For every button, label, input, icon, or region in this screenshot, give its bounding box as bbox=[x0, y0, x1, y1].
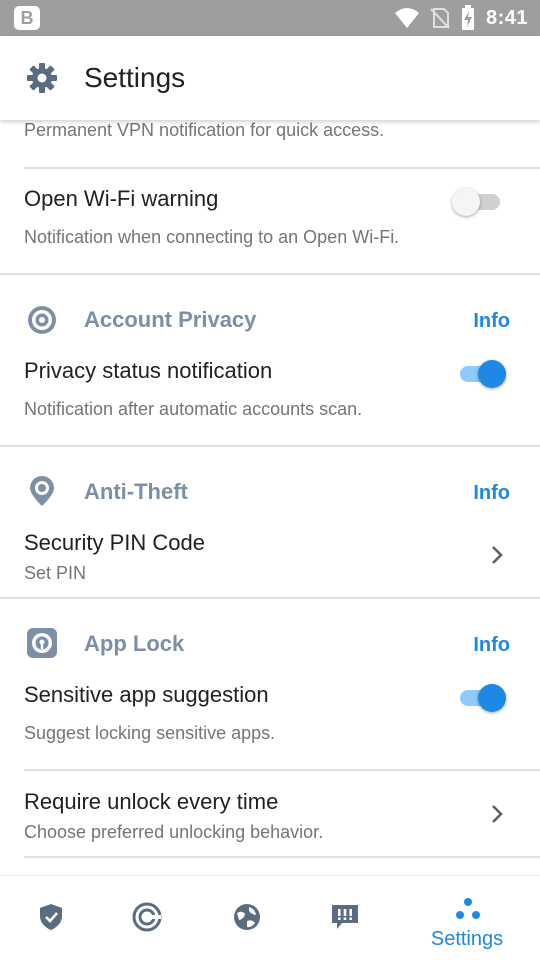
no-sim-icon bbox=[430, 8, 450, 29]
open-wifi-warning-toggle[interactable] bbox=[452, 186, 512, 218]
chevron-right-icon bbox=[492, 805, 503, 823]
chat-alert-icon bbox=[332, 905, 358, 929]
status-time: 8:41 bbox=[485, 6, 528, 29]
require-unlock-title: Require unlock every time bbox=[24, 789, 279, 814]
divider bbox=[24, 167, 540, 169]
page-title: Settings bbox=[84, 62, 186, 93]
location-pin-icon bbox=[30, 476, 54, 506]
section-divider bbox=[0, 273, 540, 275]
account-privacy-title: Account Privacy bbox=[84, 307, 257, 332]
settings-list[interactable]: Permanent VPN notification for quick acc… bbox=[0, 120, 540, 875]
privacy-icon bbox=[132, 902, 162, 932]
nav-notifications[interactable] bbox=[296, 876, 396, 960]
privacy-status-toggle[interactable] bbox=[452, 358, 512, 390]
battery-charging-icon bbox=[461, 5, 474, 30]
anti-theft-info-link[interactable]: Info bbox=[473, 482, 510, 505]
status-bar: B 8:41 bbox=[0, 0, 540, 36]
sensitive-app-description: Suggest locking sensitive apps. bbox=[24, 723, 276, 743]
divider bbox=[24, 856, 540, 858]
gear-icon bbox=[27, 63, 57, 93]
app-bar: Settings bbox=[0, 36, 540, 120]
section-divider bbox=[0, 597, 540, 599]
toggle-thumb bbox=[478, 684, 506, 712]
sensitive-app-toggle[interactable] bbox=[452, 682, 512, 714]
nav-privacy[interactable] bbox=[98, 876, 198, 960]
account-privacy-info-link[interactable]: Info bbox=[473, 310, 510, 333]
open-wifi-warning-description: Notification when connecting to an Open … bbox=[24, 227, 400, 247]
vpn-notification-description: Permanent VPN notification for quick acc… bbox=[24, 120, 385, 140]
nav-protection[interactable] bbox=[0, 876, 100, 960]
toggle-thumb bbox=[478, 360, 506, 388]
status-icons: 8:41 bbox=[394, 0, 528, 36]
security-pin-title: Security PIN Code bbox=[24, 530, 205, 555]
bottom-navigation: Settings bbox=[0, 875, 540, 960]
eye-icon bbox=[28, 306, 56, 334]
security-pin-description: Set PIN bbox=[24, 563, 87, 583]
nav-settings[interactable]: Settings bbox=[417, 876, 517, 960]
nav-web-protection[interactable] bbox=[196, 876, 296, 960]
shield-icon bbox=[40, 904, 62, 930]
chevron-right-icon bbox=[492, 546, 503, 564]
require-unlock-description: Choose preferred unlocking behavior. bbox=[24, 822, 324, 842]
anti-theft-title: Anti-Theft bbox=[84, 479, 188, 504]
app-lock-title: App Lock bbox=[84, 631, 185, 656]
app-badge-icon: B bbox=[14, 6, 40, 30]
privacy-status-title: Privacy status notification bbox=[24, 358, 273, 383]
dots-icon bbox=[456, 898, 480, 919]
globe-icon bbox=[234, 904, 260, 930]
nav-settings-label: Settings bbox=[430, 928, 504, 950]
section-divider bbox=[0, 445, 540, 447]
privacy-status-description: Notification after automatic accounts sc… bbox=[24, 399, 363, 419]
sensitive-app-title: Sensitive app suggestion bbox=[24, 682, 269, 707]
wifi-icon bbox=[394, 8, 419, 28]
open-wifi-warning-title: Open Wi-Fi warning bbox=[24, 186, 219, 211]
divider bbox=[24, 769, 540, 771]
app-lock-icon bbox=[27, 628, 57, 658]
toggle-thumb bbox=[452, 188, 480, 216]
app-lock-info-link[interactable]: Info bbox=[473, 634, 510, 657]
